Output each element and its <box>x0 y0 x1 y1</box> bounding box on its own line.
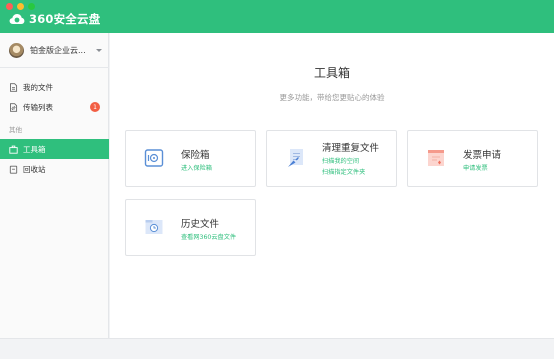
tool-card-title: 清理重复文件 <box>322 143 380 154</box>
transfer-count-badge: 1 <box>90 102 100 112</box>
sidebar-item-transfer-list[interactable]: 传输列表 1 <box>0 97 109 117</box>
minimize-window-button[interactable] <box>17 3 24 10</box>
sidebar-item-toolbox[interactable]: 工具箱 <box>0 139 109 159</box>
sidebar-item-recycle-bin[interactable]: 回收站 <box>0 159 109 179</box>
clean-duplicates-icon <box>288 149 303 167</box>
account-name: 铂金版企业云... <box>30 45 86 55</box>
tool-card-invoice[interactable]: 发票申请 申请发票 <box>407 130 538 187</box>
safe-icon <box>144 149 164 167</box>
transfer-icon <box>10 102 18 112</box>
trash-icon <box>9 165 18 174</box>
avatar <box>9 42 24 58</box>
page-title: 工具箱 <box>313 66 350 80</box>
cloud-logo-icon <box>9 14 25 24</box>
file-icon <box>10 82 18 92</box>
account-selector[interactable]: 铂金版企业云... <box>0 33 109 67</box>
page-subtitle: 更多功能，带给您更贴心的体验 <box>279 93 385 102</box>
app-title: 360安全云盘 <box>29 12 101 26</box>
sidebar-item-label: 回收站 <box>23 164 46 174</box>
toolbox-icon <box>9 145 18 154</box>
sidebar-item-label: 我的文件 <box>23 82 53 92</box>
close-window-button[interactable] <box>6 3 13 10</box>
divider <box>0 67 109 68</box>
view-history-files-link[interactable]: 查看网360云盘文件 <box>181 232 236 241</box>
apply-invoice-link[interactable]: 申请发票 <box>463 163 488 172</box>
invoice-icon <box>428 150 444 166</box>
status-bar <box>0 338 554 359</box>
tool-card-history-files[interactable]: 历史文件 查看网360云盘文件 <box>125 199 256 256</box>
title-bar: 360安全云盘 <box>0 0 554 33</box>
sidebar-item-label: 传输列表 <box>23 102 53 112</box>
sidebar-item-my-files[interactable]: 我的文件 <box>0 77 109 97</box>
tool-card-safe[interactable]: 保险箱 进入保险箱 <box>125 130 256 187</box>
sidebar-item-label: 工具箱 <box>23 144 46 154</box>
tool-card-clean-duplicates[interactable]: 清理重复文件 扫描我的空间 扫描指定文件夹 <box>266 130 397 187</box>
history-file-icon <box>145 220 163 234</box>
main-panel: 工具箱 更多功能，带给您更贴心的体验 保险箱 进入保险箱 清理重复文件 扫描我的… <box>110 33 554 338</box>
sidebar: 铂金版企业云... 我的文件 传输列表 1 其他 工具箱 回收站 <box>0 33 109 338</box>
app-logo: 360安全云盘 <box>9 12 100 26</box>
tool-card-title: 保险箱 <box>181 150 210 161</box>
enter-safe-link[interactable]: 进入保险箱 <box>181 163 212 172</box>
zoom-window-button[interactable] <box>28 3 35 10</box>
sidebar-group-label: 其他 <box>9 126 22 134</box>
tool-card-title: 历史文件 <box>181 219 220 230</box>
scan-folder-link[interactable]: 扫描指定文件夹 <box>322 167 365 176</box>
tool-card-title: 发票申请 <box>463 150 502 161</box>
scan-my-space-link[interactable]: 扫描我的空间 <box>322 156 359 165</box>
chevron-down-icon <box>96 48 102 52</box>
